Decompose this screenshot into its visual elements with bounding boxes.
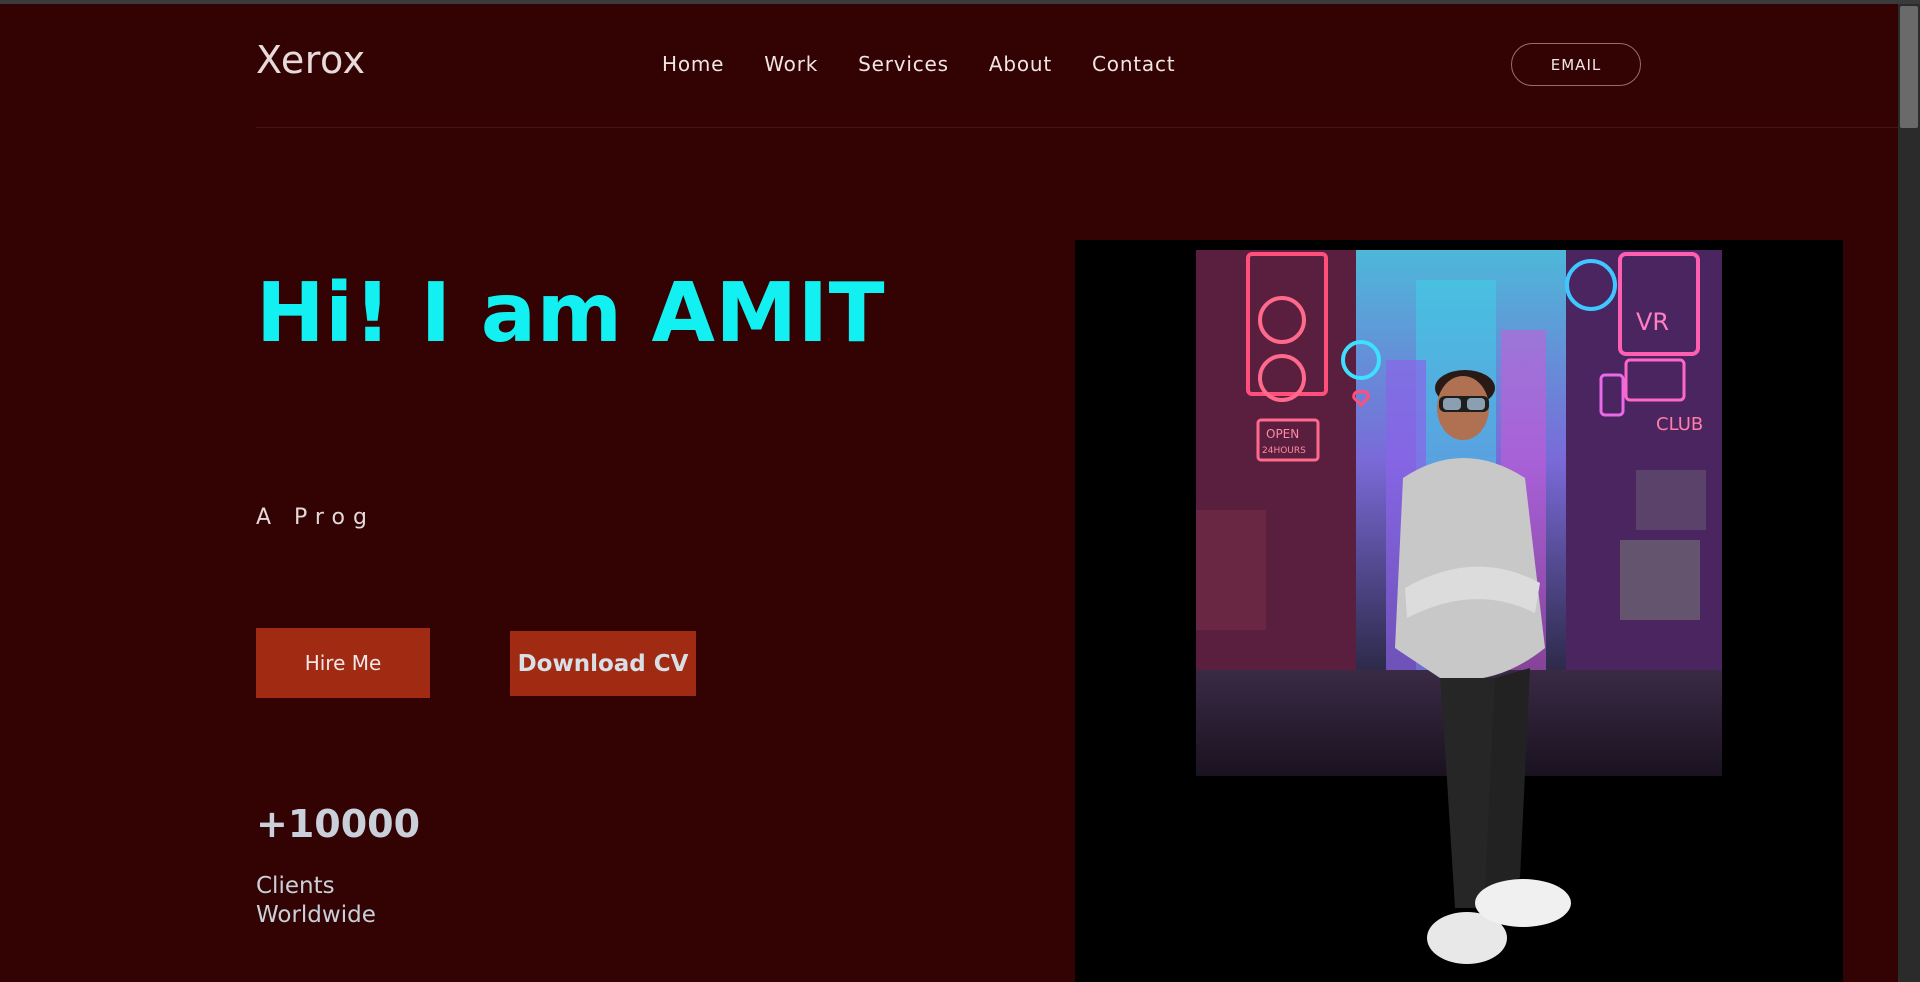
download-cv-button[interactable]: Download CV: [510, 631, 696, 696]
svg-text:VR: VR: [1636, 308, 1669, 336]
hero-portrait: OPEN 24HOURS VR CLUB: [1075, 240, 1843, 982]
hero-typed-subtitle: A Prog: [256, 505, 375, 530]
club-sign-text: CLUB: [1656, 414, 1703, 435]
browser-top-edge: [0, 0, 1920, 4]
nav-contact[interactable]: Contact: [1092, 52, 1175, 76]
hero-title: Hi! I am AMIT: [256, 266, 886, 361]
nav-about[interactable]: About: [989, 52, 1052, 76]
header-divider: [256, 127, 1898, 128]
scrollbar-track[interactable]: [1898, 4, 1920, 982]
site-logo[interactable]: Xerox: [256, 38, 366, 82]
scrollbar-thumb[interactable]: [1900, 6, 1918, 128]
nav-work[interactable]: Work: [764, 52, 818, 76]
open-sign-text: OPEN: [1266, 427, 1299, 441]
clients-label: Clients Worldwide: [256, 873, 376, 928]
clients-count: +10000: [256, 802, 421, 846]
main-nav: Home Work Services About Contact: [662, 52, 1175, 76]
avatar-character: [1395, 370, 1571, 964]
email-button[interactable]: EMAIL: [1511, 43, 1641, 86]
hours-sign-text: 24HOURS: [1262, 446, 1306, 456]
hire-me-button[interactable]: Hire Me: [256, 628, 430, 698]
nav-home[interactable]: Home: [662, 52, 724, 76]
nav-services[interactable]: Services: [858, 52, 949, 76]
